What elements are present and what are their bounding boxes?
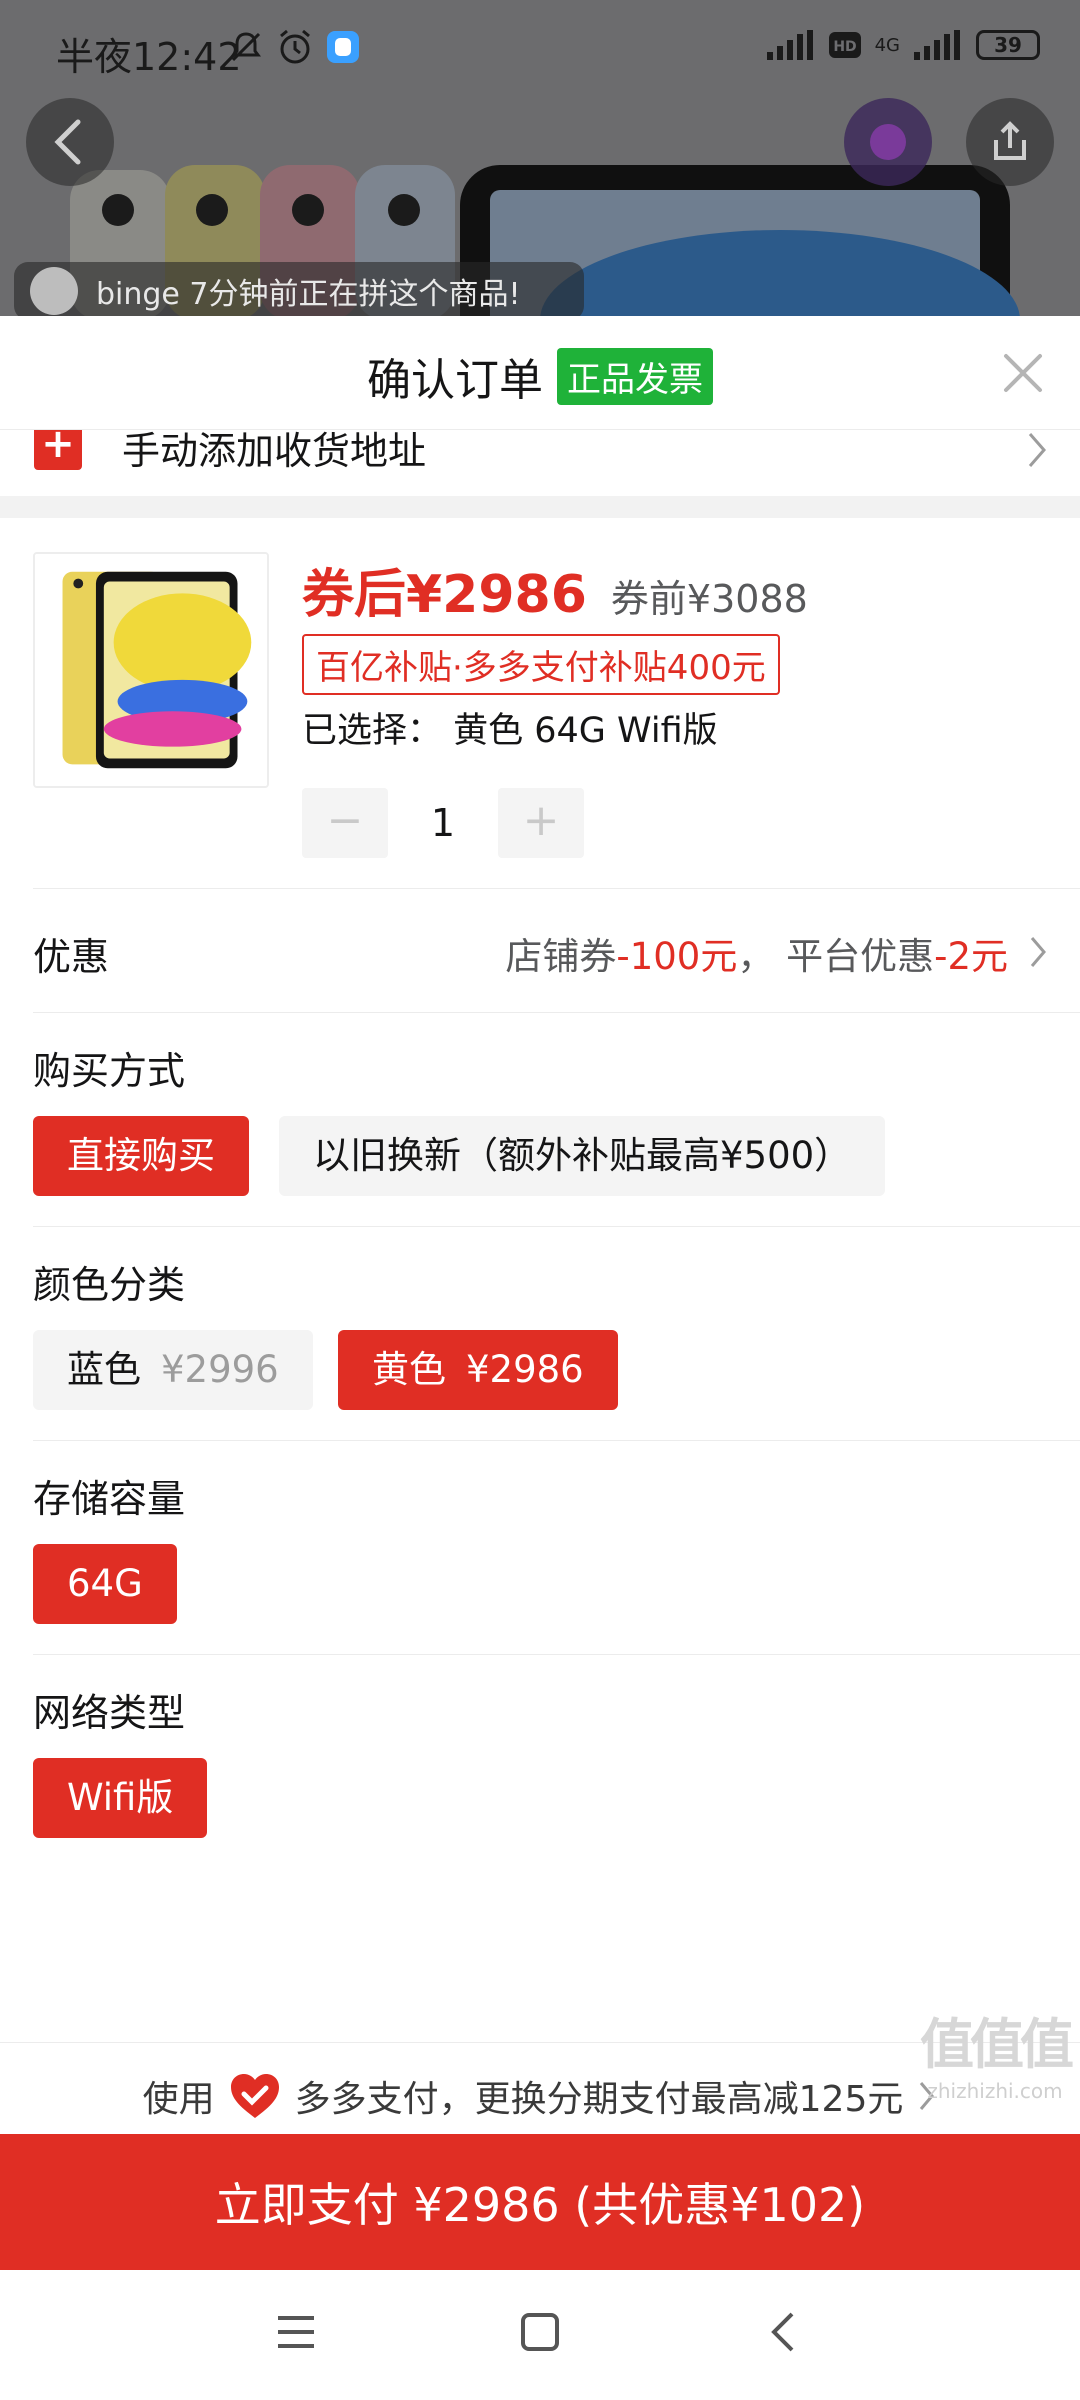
discount-row[interactable]: 优惠 店铺券-100元， 平台优惠-2元 bbox=[0, 890, 1080, 1010]
watermark-site: zhizhizhi.com bbox=[927, 2079, 1063, 2103]
discount-value: 店铺券-100元， 平台优惠-2元 bbox=[505, 926, 1008, 980]
back-icon[interactable] bbox=[762, 2310, 806, 2354]
status-notification-icons bbox=[228, 28, 360, 66]
plus-button[interactable]: + bbox=[498, 788, 584, 858]
battery-indicator: 39 bbox=[976, 30, 1040, 60]
color-option-price: ¥2996 bbox=[161, 1348, 279, 1391]
signal-4g-icon bbox=[914, 30, 960, 60]
purchase-tradein-chip[interactable]: 以旧换新（额外补贴最高¥500） bbox=[279, 1116, 886, 1196]
divider bbox=[33, 1654, 1080, 1655]
price-row: 券后¥2986 券前¥3088 bbox=[302, 552, 808, 627]
chevron-right-icon bbox=[1028, 433, 1046, 467]
network-wifi-chip[interactable]: Wifi版 bbox=[33, 1758, 208, 1838]
section-separator bbox=[0, 496, 1080, 518]
signal-icon bbox=[766, 30, 813, 60]
sheet-header: 确认订单 正品发票 bbox=[0, 316, 1080, 430]
favorite-button[interactable] bbox=[844, 98, 932, 186]
app-notification-icon bbox=[327, 31, 359, 63]
home-icon[interactable] bbox=[518, 2310, 562, 2354]
installment-hint[interactable]: 使用 多多支付，更换分期支付最高减125元 bbox=[0, 2042, 1080, 2148]
share-button[interactable] bbox=[966, 98, 1054, 186]
color-category-label: 颜色分类 bbox=[33, 1263, 186, 1307]
hd-icon: HD bbox=[828, 32, 861, 58]
order-confirm-sheet: 确认订单 正品发票 + 手动添加收货地址 券后¥2986 券前¥3088 百亿补… bbox=[0, 316, 1080, 2400]
favorite-icon bbox=[870, 124, 906, 160]
storage-label: 存储容量 bbox=[33, 1477, 186, 1521]
invoice-tag: 正品发票 bbox=[557, 347, 713, 405]
color-option-name: 黄色 bbox=[372, 1348, 446, 1391]
color-yellow-chip[interactable]: 黄色 ¥2986 bbox=[338, 1330, 618, 1410]
purchase-method-label: 购买方式 bbox=[33, 1049, 186, 1093]
network-type-label: 网络类型 bbox=[33, 1691, 186, 1735]
price-before-coupon: 券前¥3088 bbox=[610, 577, 808, 621]
installment-text: 多多支付，更换分期支付最高减125元 bbox=[294, 2078, 904, 2120]
installment-prefix: 使用 bbox=[142, 2078, 215, 2120]
shop-coupon-label: 店铺券 bbox=[505, 935, 617, 978]
product-thumbnail bbox=[33, 552, 269, 788]
system-nav-bar bbox=[0, 2270, 1080, 2400]
plus-icon: + bbox=[34, 430, 82, 470]
bell-muted-icon bbox=[231, 32, 261, 62]
heart-check-icon bbox=[230, 2073, 279, 2118]
status-bar: 半夜12:42 HD 4G 39 bbox=[0, 0, 1080, 100]
sheet-title-wrap: 确认订单 正品发票 bbox=[0, 344, 1080, 408]
color-option-name: 蓝色 bbox=[67, 1348, 141, 1391]
pay-now-button[interactable]: 立即支付 ¥2986 (共优惠¥102) bbox=[0, 2134, 1080, 2270]
purchase-direct-chip[interactable]: 直接购买 bbox=[33, 1116, 249, 1196]
watermark: 值值值 zhizhizhi.com bbox=[920, 2000, 1074, 2103]
subsidy-tag: 百亿补贴·多多支付补贴400元 bbox=[302, 634, 780, 695]
divider bbox=[33, 1012, 1080, 1013]
chevron-left-icon bbox=[54, 119, 81, 165]
color-blue-chip[interactable]: 蓝色 ¥2996 bbox=[33, 1330, 313, 1410]
divider bbox=[33, 1226, 1080, 1227]
svg-text:HD: HD bbox=[833, 39, 856, 55]
status-time: 半夜12:42 bbox=[56, 35, 242, 79]
color-option-price: ¥2986 bbox=[466, 1348, 584, 1391]
product-info: 券后¥2986 券前¥3088 百亿补贴·多多支付补贴400元 已选择： 黄色 … bbox=[0, 518, 1080, 888]
add-address-row[interactable]: + 手动添加收货地址 bbox=[0, 430, 1080, 490]
shop-coupon-value: -100元 bbox=[616, 935, 738, 978]
divider bbox=[33, 888, 1080, 889]
minus-button[interactable]: − bbox=[302, 788, 388, 858]
group-banner-text: binge 7分钟前正在拼这个商品! bbox=[96, 277, 521, 312]
quantity-value[interactable]: 1 bbox=[388, 801, 498, 845]
status-right-icons: HD 4G 39 bbox=[766, 30, 1040, 60]
avatar bbox=[30, 267, 78, 315]
quantity-stepper: − 1 + bbox=[302, 788, 584, 858]
divider bbox=[33, 1440, 1080, 1441]
add-address-label: 手动添加收货地址 bbox=[122, 430, 427, 473]
sheet-title: 确认订单 bbox=[367, 355, 543, 406]
back-button[interactable] bbox=[26, 98, 114, 186]
watermark-glyphs: 值值值 bbox=[920, 2013, 1074, 2076]
close-icon[interactable] bbox=[996, 346, 1050, 400]
storage-64g-chip[interactable]: 64G bbox=[33, 1544, 177, 1624]
platform-discount-label: ， 平台优惠 bbox=[737, 935, 935, 978]
share-icon bbox=[994, 121, 1026, 160]
network-label: 4G bbox=[874, 34, 900, 56]
platform-discount-value: -2元 bbox=[934, 935, 1008, 978]
discount-label: 优惠 bbox=[33, 935, 110, 979]
price-after-coupon: 券后¥2986 bbox=[302, 565, 587, 625]
alarm-icon bbox=[280, 29, 310, 64]
menu-icon[interactable] bbox=[274, 2310, 318, 2354]
product-page-background: 半夜12:42 HD 4G 39 binge 7分钟前正在拼这个商品! bbox=[0, 0, 1080, 320]
chevron-right-icon bbox=[1030, 937, 1046, 967]
selected-spec: 已选择： 黄色 64G Wifi版 bbox=[302, 711, 718, 751]
group-buy-banner: binge 7分钟前正在拼这个商品! bbox=[14, 262, 584, 320]
